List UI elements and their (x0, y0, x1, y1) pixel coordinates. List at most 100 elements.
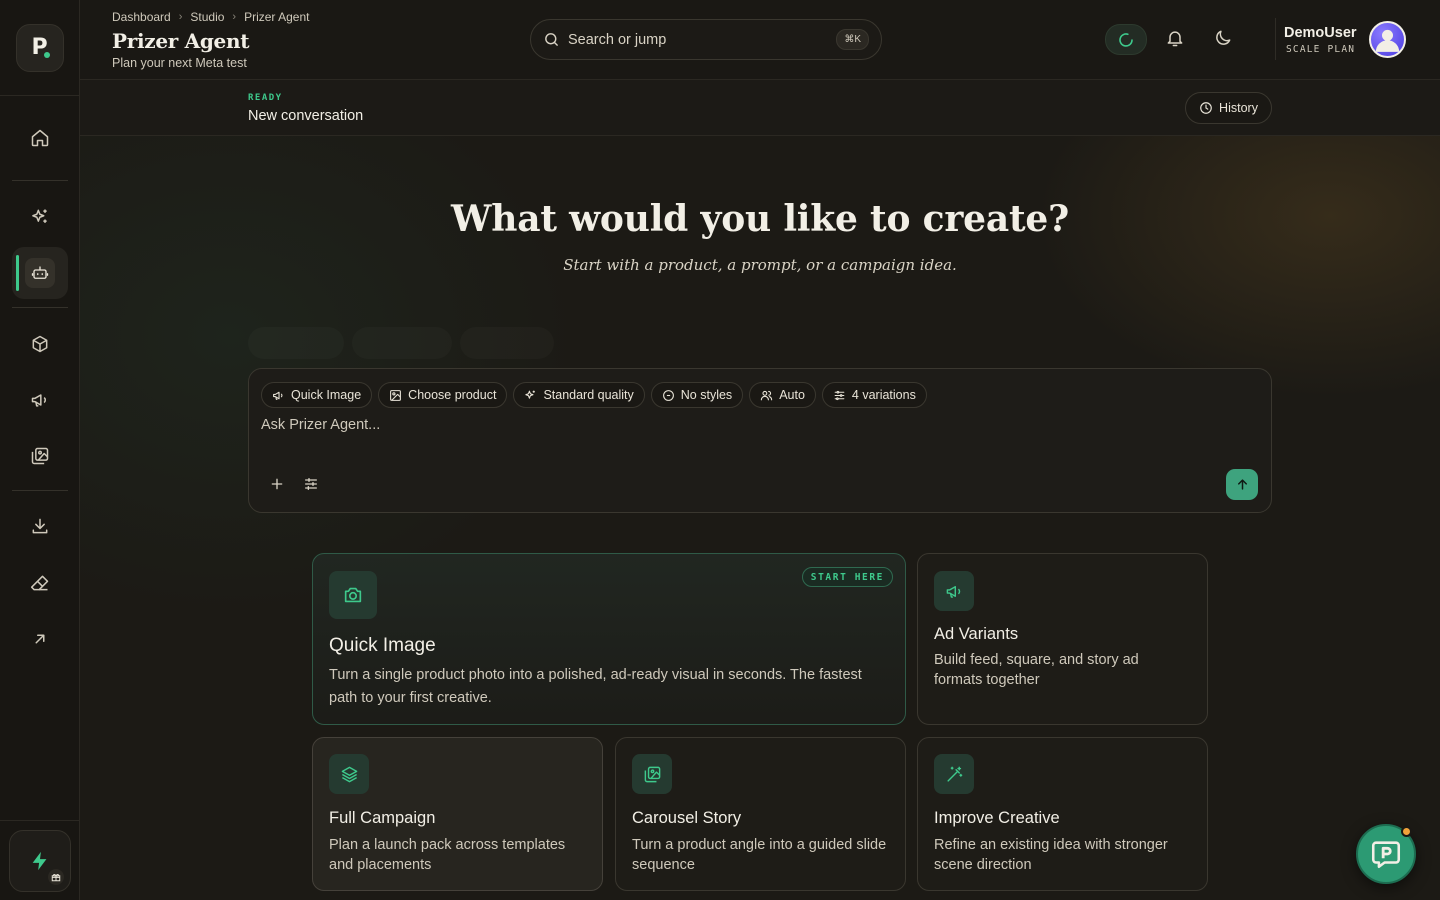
avatar[interactable] (1369, 21, 1406, 58)
chip-label: Auto (779, 388, 805, 402)
loading-spinner-icon (1118, 32, 1134, 48)
page-subtitle: Plan your next Meta test (112, 56, 247, 70)
history-label: History (1219, 101, 1258, 115)
chip-quality[interactable]: Standard quality (513, 382, 645, 408)
card-title: Improve Creative (934, 809, 1060, 827)
conversation-title: New conversation (248, 108, 364, 124)
arrow-up-icon (1235, 477, 1250, 492)
sidebar-item-downloads[interactable] (12, 500, 68, 552)
megaphone-icon (934, 571, 974, 611)
sync-status[interactable] (1105, 24, 1147, 55)
chip-variations[interactable]: 4 variations (821, 382, 927, 408)
logo-dot (43, 51, 50, 58)
chat-bubble-icon (1369, 837, 1403, 871)
chip-mode[interactable]: Quick Image (261, 382, 373, 408)
breadcrumb-dashboard[interactable]: Dashboard (112, 10, 171, 24)
history-button[interactable]: History (1185, 92, 1272, 124)
home-icon (30, 128, 50, 148)
app-logo[interactable]: P (15, 23, 64, 72)
breadcrumb-studio[interactable]: Studio (190, 10, 224, 24)
sparkles-icon (30, 207, 50, 227)
megaphone-icon (30, 390, 50, 410)
nav-divider (12, 490, 68, 491)
send-button[interactable] (1226, 469, 1258, 500)
card-ad-variants[interactable]: Ad Variants Build feed, square, and stor… (917, 553, 1208, 725)
search-input[interactable]: Search or jump ⌘K (530, 19, 882, 60)
sparkles-icon (524, 389, 537, 402)
sidebar-item-gallery[interactable] (12, 430, 68, 482)
boost-button[interactable] (9, 829, 71, 892)
clock-icon (1199, 101, 1213, 115)
placeholder-chip (352, 327, 452, 359)
megaphone-icon (272, 389, 285, 402)
chip-label: 4 variations (851, 388, 916, 402)
download-icon (30, 516, 50, 536)
card-carousel-story[interactable]: Carousel Story Turn a product angle into… (615, 737, 906, 891)
moon-icon[interactable] (1213, 28, 1233, 48)
images-icon (30, 446, 50, 466)
chip-label: Quick Image (291, 388, 362, 402)
card-description: Build feed, square, and story ad formats… (934, 652, 1139, 688)
gift-icon (48, 868, 64, 885)
user-plan: SCALE PLAN (1286, 44, 1356, 55)
chip-label: Choose product (408, 388, 497, 402)
card-full-campaign[interactable]: Full Campaign Plan a launch pack across … (312, 737, 603, 891)
camera-icon (329, 571, 377, 619)
breadcrumb: Dashboard › Studio › Prizer Agent (112, 10, 309, 24)
assistant-chat-button[interactable] (1356, 824, 1416, 884)
prompt-input[interactable]: Ask Prizer Agent... (261, 417, 380, 433)
chip-product[interactable]: Choose product (378, 382, 508, 408)
chip-label: No styles (680, 388, 733, 402)
bell-icon[interactable] (1165, 28, 1185, 48)
adjustments-icon[interactable] (303, 476, 319, 492)
plus-icon[interactable] (269, 476, 285, 492)
card-description: Turn a product angle into a guided slide… (632, 837, 887, 873)
layers-icon (329, 754, 369, 794)
eraser-icon (30, 573, 50, 593)
sidebar-item-products[interactable] (12, 318, 68, 370)
sidebar-item-campaigns[interactable] (12, 374, 68, 426)
conversation-bar: READY New conversation History (80, 80, 1440, 136)
sidebar-item-agent[interactable] (12, 247, 68, 299)
chip-audience[interactable]: Auto (749, 382, 816, 408)
top-bar: Dashboard › Studio › Prizer Agent Prizer… (80, 0, 1440, 80)
sidebar-bottom (0, 820, 80, 900)
images-icon (632, 754, 672, 794)
chip-label: Standard quality (543, 388, 634, 402)
sidebar-item-eraser[interactable] (12, 557, 68, 609)
sidebar-item-external[interactable] (12, 613, 68, 665)
arrow-up-right-icon (31, 630, 49, 648)
chip-styles[interactable]: No styles (650, 382, 744, 408)
sidebar-item-home[interactable] (12, 112, 68, 164)
search-placeholder: Search or jump (568, 31, 667, 48)
card-quick-image[interactable]: START HERE Quick Image Turn a single pro… (312, 553, 906, 725)
card-description: Plan a launch pack across templates and … (329, 837, 566, 873)
circle-slash-icon (662, 389, 675, 402)
chevron-right-icon: › (178, 11, 183, 23)
users-icon (760, 389, 773, 402)
composer-tools (269, 476, 319, 492)
card-title: Carousel Story (632, 809, 742, 827)
page-title: Prizer Agent (112, 29, 250, 53)
sidebar-item-sparkles[interactable] (12, 191, 68, 243)
wand-icon (934, 754, 974, 794)
image-icon (389, 389, 402, 402)
user-name[interactable]: DemoUser (1284, 25, 1357, 41)
bot-icon (25, 258, 55, 288)
lightning-icon (29, 850, 51, 872)
search-icon (543, 31, 560, 48)
notification-dot (1401, 826, 1412, 837)
search-shortcut: ⌘K (836, 29, 869, 50)
sidebar: P (0, 0, 80, 900)
hero-subtitle: Start with a product, a prompt, or a cam… (563, 256, 957, 274)
placeholder-chip (248, 327, 344, 359)
start-here-badge: START HERE (801, 567, 893, 587)
box-icon (30, 334, 50, 354)
composer-options: Quick Image Choose product Standard qual… (261, 382, 927, 408)
status-badge: READY (248, 93, 283, 103)
nav-divider (12, 180, 68, 181)
card-title: Full Campaign (329, 809, 436, 827)
composer: Quick Image Choose product Standard qual… (248, 368, 1272, 513)
card-improve-creative[interactable]: Improve Creative Refine an existing idea… (917, 737, 1208, 891)
divider (1275, 18, 1276, 60)
